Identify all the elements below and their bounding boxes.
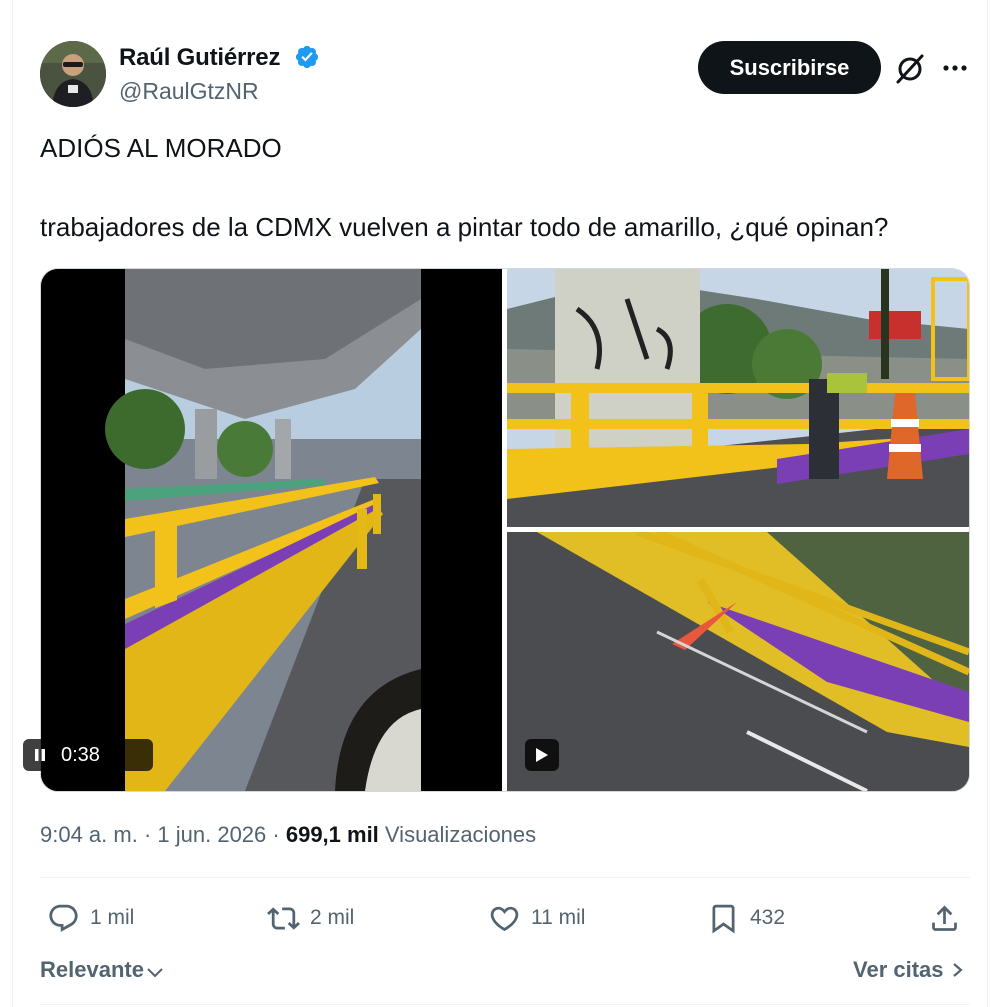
chevron-right-icon <box>952 963 963 977</box>
bookmark-icon <box>712 904 735 934</box>
view-quotes-link[interactable]: Ver citas <box>853 957 964 983</box>
play-icon <box>536 748 548 762</box>
tweet-time[interactable]: 9:04 a. m. <box>40 822 138 847</box>
sort-label: Relevante <box>40 957 144 982</box>
verified-badge-icon <box>295 45 319 69</box>
like-button[interactable]: 11 mil <box>488 900 585 936</box>
meta-separator: · <box>137 822 158 847</box>
retweet-count: 2 mil <box>310 906 355 929</box>
bookmark-button[interactable]: 432 <box>707 900 785 936</box>
play-button[interactable] <box>525 739 559 771</box>
subscribe-button[interactable]: Suscribirse <box>698 41 881 94</box>
video-time: 0:38 <box>61 743 100 766</box>
views-label: Visualizaciones <box>378 822 537 847</box>
author-handle[interactable]: @RaulGtzNR <box>119 78 259 105</box>
divider <box>40 877 970 878</box>
chevron-down-icon <box>147 968 163 978</box>
like-count: 11 mil <box>531 906 586 929</box>
reply-count: 1 mil <box>90 906 135 929</box>
tweet-meta: 9:04 a. m. · 1 jun. 2026 · 699,1 mil Vis… <box>40 822 536 848</box>
tweet-body: trabajadores de la CDMX vuelven a pintar… <box>40 212 889 242</box>
more-icon[interactable] <box>940 55 970 81</box>
media-grid <box>40 268 970 792</box>
video-right-bottom[interactable] <box>507 532 969 791</box>
video-right-top[interactable] <box>507 269 969 527</box>
grok-icon[interactable] <box>893 52 927 86</box>
heart-icon <box>490 906 519 931</box>
tweet-title: ADIÓS AL MORADO <box>40 133 282 163</box>
quotes-label: Ver citas <box>853 957 944 982</box>
author-name[interactable]: Raúl Gutiérrez <box>119 44 280 72</box>
retweet-button[interactable]: 2 mil <box>267 900 354 936</box>
meta-separator: · <box>266 822 286 847</box>
views-count: 699,1 mil <box>285 822 379 847</box>
video-left[interactable] <box>41 269 502 791</box>
tweet-date[interactable]: 1 jun. 2026 <box>157 822 266 847</box>
sort-dropdown[interactable]: Relevante <box>40 957 164 983</box>
retweet-icon <box>267 906 300 930</box>
reply-button[interactable]: 1 mil <box>47 900 134 936</box>
reply-icon <box>49 904 78 932</box>
divider <box>40 1004 970 1005</box>
bookmark-count: 432 <box>750 906 786 929</box>
share-icon <box>932 905 957 931</box>
avatar[interactable] <box>40 41 106 107</box>
pause-icon[interactable] <box>33 748 47 762</box>
video-time-badge[interactable]: 0:38 <box>23 739 153 771</box>
share-button[interactable] <box>928 900 971 936</box>
